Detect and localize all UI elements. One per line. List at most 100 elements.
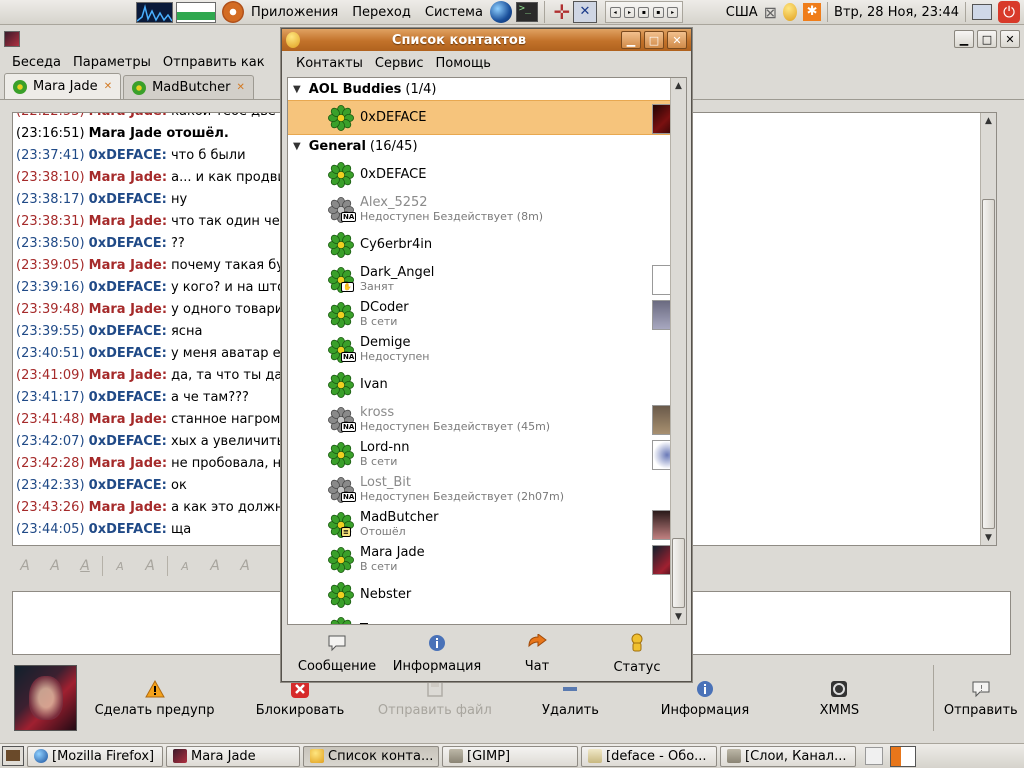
chat-button[interactable]: Чат bbox=[487, 629, 587, 679]
buddy-close-button[interactable]: ✕ bbox=[667, 31, 687, 49]
bold-icon[interactable]: A bbox=[12, 555, 38, 577]
logout-power-icon[interactable]: ⏻ bbox=[998, 1, 1020, 23]
im-button[interactable]: Сообщение bbox=[287, 629, 387, 679]
expander-icon[interactable]: ▼ bbox=[293, 141, 301, 152]
buddy-row[interactable]: ≡ MadButcher Отошёл bbox=[288, 507, 686, 542]
buddy-row[interactable]: Mara Jade В сети bbox=[288, 542, 686, 577]
buddy-scrollbar-thumb[interactable] bbox=[672, 538, 685, 608]
buddy-row[interactable]: NA Lost_Bit Недоступен Бездействует (2h07m… bbox=[288, 472, 686, 507]
menu-tools[interactable]: Сервис bbox=[369, 56, 430, 71]
menu-places[interactable]: Переход bbox=[345, 5, 418, 20]
cpu-monitor-applet[interactable] bbox=[136, 1, 173, 23]
buddy-maximize-button[interactable]: □ bbox=[644, 31, 664, 49]
bg-color-icon[interactable]: A bbox=[232, 555, 258, 577]
font-face-icon[interactable]: A bbox=[172, 555, 198, 577]
buddy-row[interactable]: Tony bbox=[288, 612, 686, 624]
buddy-row[interactable]: 0xDEFACE bbox=[288, 100, 686, 135]
close-button[interactable]: ✕ bbox=[1000, 30, 1020, 48]
buddy-row[interactable]: NA Demige Недоступен bbox=[288, 332, 686, 367]
minimize-button[interactable]: ▁ bbox=[954, 30, 974, 48]
clock[interactable]: Втр, 28 Ноя, 23:44 bbox=[834, 5, 959, 20]
font-larger-icon[interactable]: A bbox=[137, 555, 163, 577]
buddy-row[interactable]: NA kross Недоступен Бездействует (45m) bbox=[288, 402, 686, 437]
taskbar-button[interactable]: Mara Jade bbox=[166, 745, 300, 767]
gaim-tray-icon[interactable] bbox=[783, 3, 798, 21]
keyboard-layout-indicator[interactable]: США bbox=[726, 5, 758, 20]
group-general[interactable]: ▼ General (16/45) bbox=[288, 135, 686, 157]
tab-mara-jade[interactable]: Mara Jade ✕ bbox=[4, 73, 122, 99]
firefox-launcher-icon[interactable] bbox=[489, 1, 512, 23]
buddy-row[interactable]: Ivan bbox=[288, 367, 686, 402]
xmms-button[interactable]: XMMS bbox=[772, 663, 906, 733]
memory-monitor-applet[interactable] bbox=[176, 1, 216, 23]
tab-close-icon[interactable]: ✕ bbox=[237, 82, 245, 93]
menu-conversation[interactable]: Беседа bbox=[6, 55, 67, 70]
scroll-down-icon[interactable]: ▼ bbox=[671, 609, 686, 624]
scroll-down-icon[interactable]: ▼ bbox=[981, 530, 996, 545]
warn-button[interactable]: Сделать предупр bbox=[83, 663, 225, 733]
maximize-button[interactable]: □ bbox=[977, 30, 997, 48]
buddy-info-button[interactable]: Информация bbox=[387, 629, 487, 679]
show-desktop-button[interactable] bbox=[2, 746, 24, 766]
scroll-up-icon[interactable]: ▲ bbox=[981, 113, 996, 128]
buddy-row[interactable]: Cy6erbr4in bbox=[288, 227, 686, 262]
update-notifier-icon[interactable]: ✱ bbox=[803, 3, 822, 21]
menu-buddies[interactable]: Контакты bbox=[290, 56, 369, 71]
menu-applications[interactable]: Приложения bbox=[244, 5, 345, 20]
buddy-tree[interactable]: ▼ AOL Buddies (1/4) 0xDEFACE ▼ General (… bbox=[287, 77, 687, 625]
scroll-up-icon[interactable]: ▲ bbox=[671, 78, 686, 93]
taskbar-button[interactable]: Список конта... bbox=[303, 745, 439, 767]
tab-madbutcher[interactable]: MadButcher ✕ bbox=[123, 75, 254, 99]
buddy-avatar[interactable] bbox=[14, 665, 78, 731]
media-stop-icon[interactable]: ▪ bbox=[652, 6, 664, 18]
terminal-launcher-icon[interactable]: >_ bbox=[515, 2, 538, 22]
top-panel: Приложения Переход Система >_ ✛ ✕ ◂ ▸ ▪ … bbox=[0, 0, 1024, 25]
exchange-launcher-icon[interactable]: ✕ bbox=[572, 1, 597, 23]
buddy-list-titlebar[interactable]: Список контактов ▁ □ ✕ bbox=[282, 29, 691, 51]
taskbar-button[interactable]: [GIMP] bbox=[442, 745, 578, 767]
menu-options[interactable]: Параметры bbox=[67, 55, 157, 70]
buddy-row[interactable]: Nebster bbox=[288, 577, 686, 612]
group-aol-buddies[interactable]: ▼ AOL Buddies (1/4) bbox=[288, 78, 686, 100]
trash-icon[interactable] bbox=[865, 747, 883, 765]
buddy-text: MadButcher Отошёл bbox=[360, 510, 438, 539]
buddy-minimize-button[interactable]: ▁ bbox=[621, 31, 641, 49]
italic-icon[interactable]: A bbox=[42, 555, 68, 577]
log-scrollbar-thumb[interactable] bbox=[982, 199, 995, 529]
menu-help[interactable]: Помощь bbox=[430, 56, 497, 71]
message-text: ща bbox=[170, 522, 192, 537]
log-scrollbar[interactable]: ▲ ▼ bbox=[980, 113, 996, 545]
media-pause-icon[interactable]: ▪ bbox=[638, 6, 650, 18]
underline-icon[interactable]: A bbox=[72, 555, 98, 577]
buddy-row[interactable]: DCoder В сети bbox=[288, 297, 686, 332]
fg-color-icon[interactable]: A bbox=[202, 555, 228, 577]
buddy-row[interactable]: 0xDEFACE bbox=[288, 157, 686, 192]
expander-icon[interactable]: ▼ bbox=[293, 84, 301, 95]
taskbar-button[interactable]: [deface - Обо... bbox=[581, 745, 717, 767]
buddy-scrollbar[interactable]: ▲ ▼ bbox=[670, 78, 686, 624]
status-button[interactable]: Статус bbox=[587, 629, 687, 679]
taskbar-button[interactable]: [Слои, Канал... bbox=[720, 745, 856, 767]
icq-idle-icon: NA bbox=[328, 196, 357, 223]
media-play-icon[interactable]: ▸ bbox=[624, 6, 635, 18]
buddy-text: Lord-nn В сети bbox=[360, 440, 410, 469]
monitor-icon[interactable] bbox=[972, 4, 992, 20]
media-player-applet[interactable]: ◂ ▸ ▪ ▪ ▸ bbox=[604, 1, 683, 23]
send-button[interactable]: ! Отправить bbox=[938, 663, 1024, 733]
message-timestamp: (23:38:10) bbox=[16, 170, 85, 185]
buddy-row[interactable]: ✋ Dark_Angel Занят bbox=[288, 262, 686, 297]
workspace-active[interactable] bbox=[891, 746, 901, 766]
media-prev-icon[interactable]: ◂ bbox=[609, 6, 621, 18]
menu-system[interactable]: Система bbox=[418, 5, 490, 20]
menu-send-as[interactable]: Отправить как bbox=[157, 55, 271, 70]
media-next-icon[interactable]: ▸ bbox=[667, 6, 679, 18]
taskbar-button[interactable]: [Mozilla Firefox] bbox=[27, 745, 163, 767]
workspace-switcher[interactable] bbox=[890, 745, 916, 767]
compass-launcher-icon[interactable]: ✛ bbox=[551, 1, 573, 23]
font-smaller-icon[interactable]: A bbox=[107, 555, 133, 577]
buddy-text: Alex_5252 Недоступен Бездействует (8m) bbox=[360, 195, 543, 224]
buddy-row[interactable]: Lord-nn В сети bbox=[288, 437, 686, 472]
network-off-icon[interactable]: ⊠ bbox=[764, 3, 777, 22]
tab-close-icon[interactable]: ✕ bbox=[104, 81, 112, 92]
buddy-row[interactable]: NA Alex_5252 Недоступен Бездействует (8m) bbox=[288, 192, 686, 227]
